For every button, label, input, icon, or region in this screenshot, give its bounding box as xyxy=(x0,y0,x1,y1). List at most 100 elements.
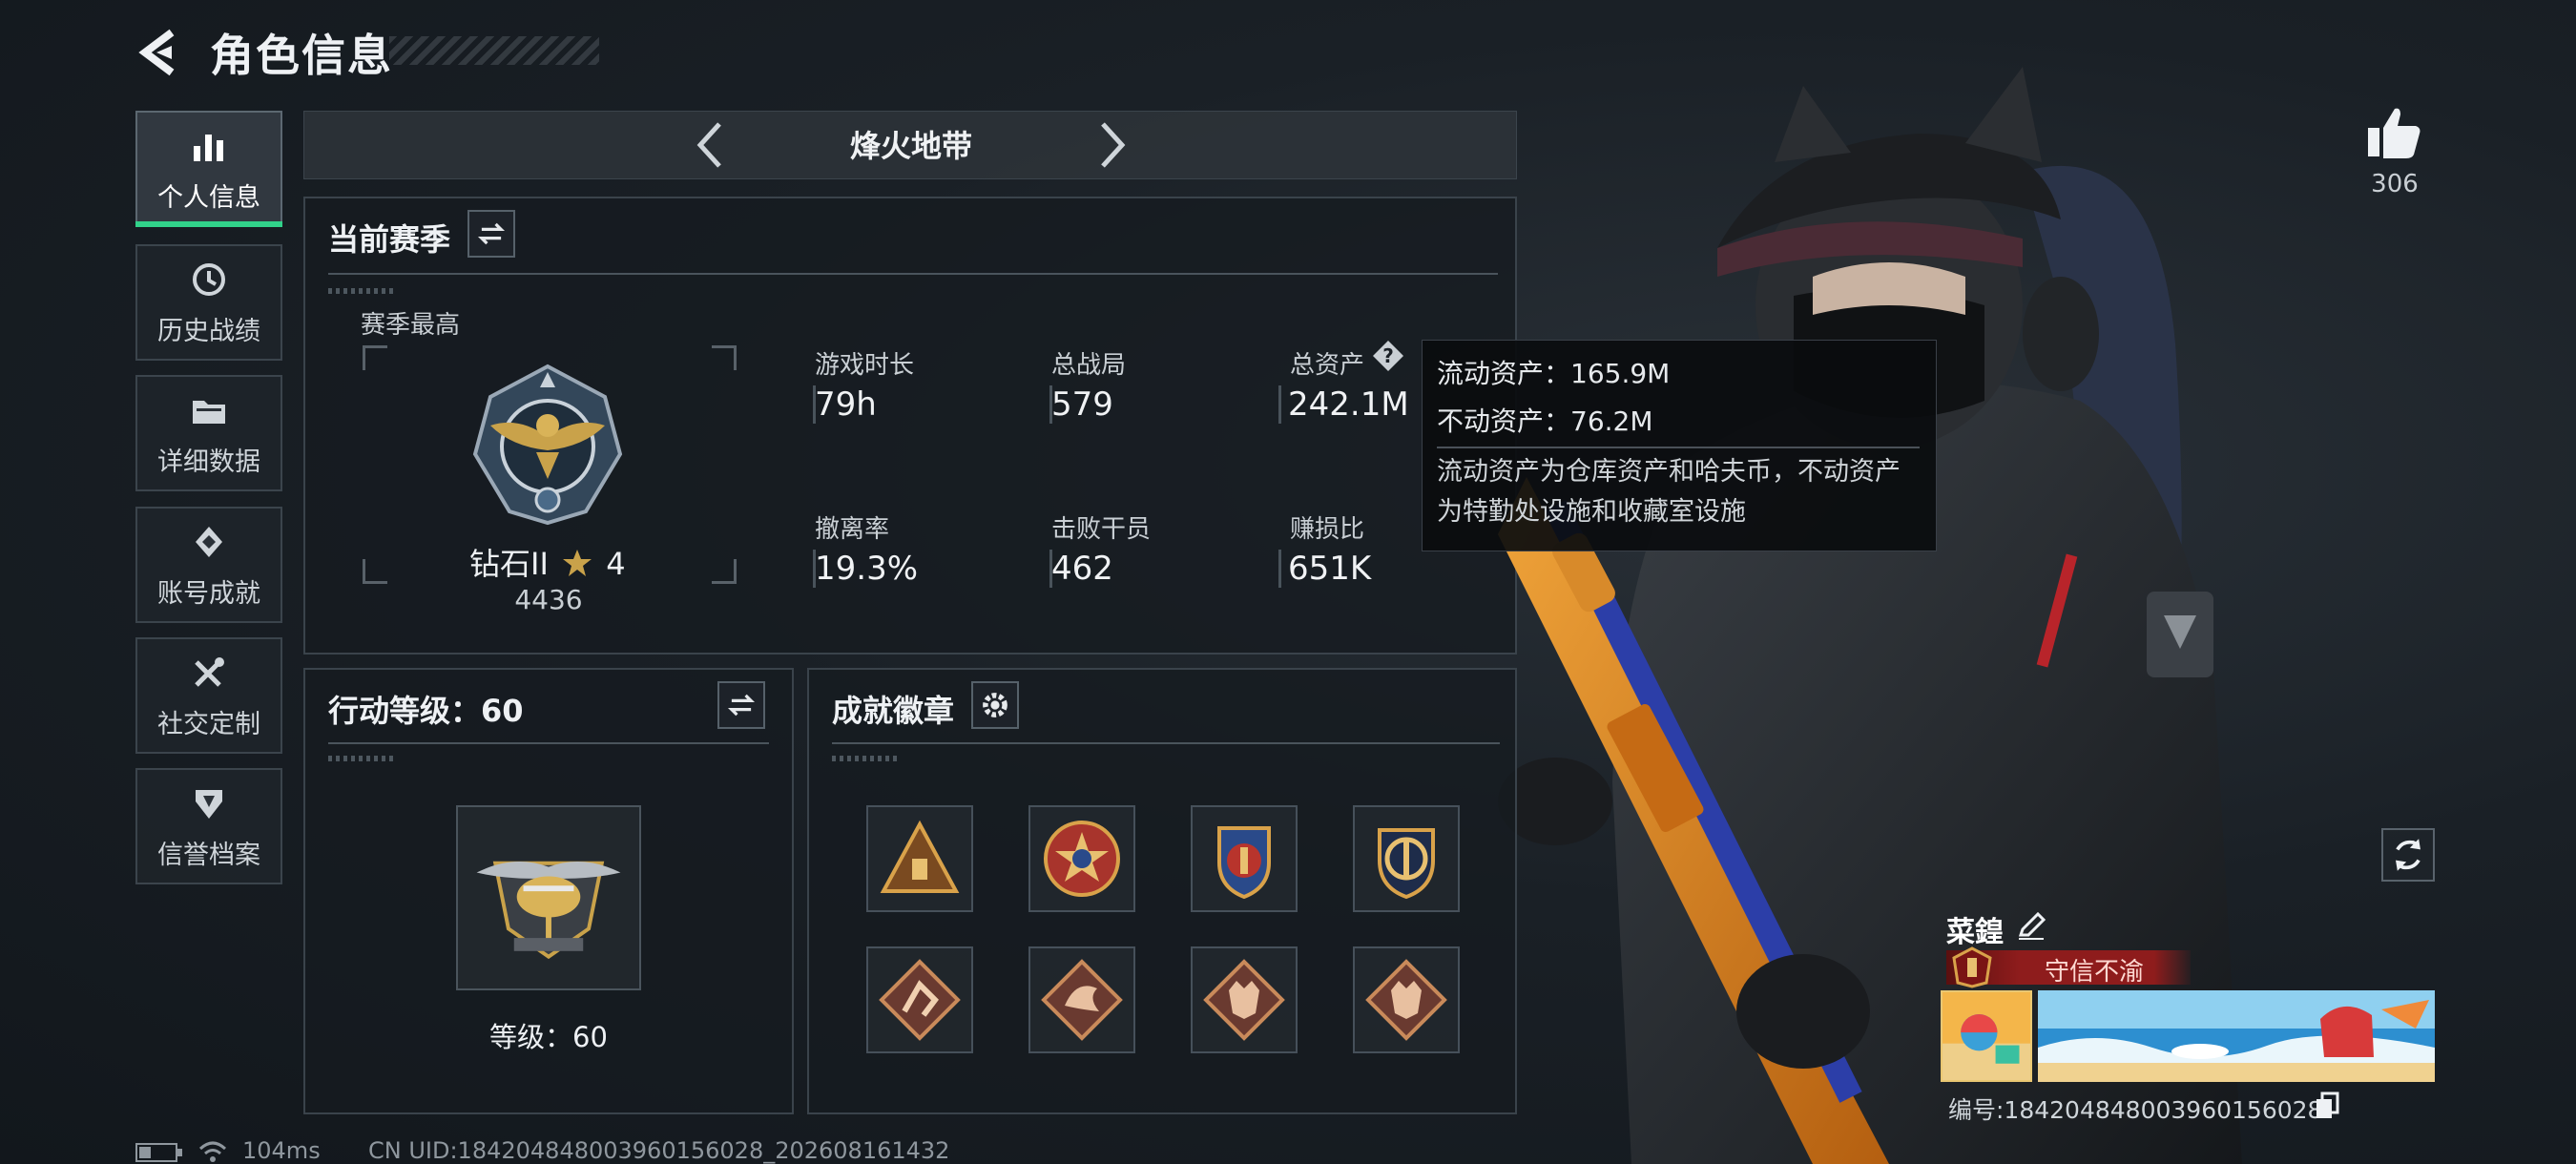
beach-toy-image xyxy=(1942,992,2030,1080)
chevron-left-icon[interactable] xyxy=(687,118,735,172)
divider xyxy=(328,742,769,744)
title-emblem-icon xyxy=(1952,946,1992,988)
swap-season-button[interactable] xyxy=(467,210,515,258)
edit-pencil-icon[interactable] xyxy=(2015,910,2047,943)
mode-title: 烽火地带 xyxy=(849,128,972,164)
stat-value-operators-defeated: 462 xyxy=(1051,550,1113,588)
helicopter-emblem-icon xyxy=(476,861,621,960)
sidebar-item-label: 个人信息 xyxy=(157,182,260,213)
sidebar-item-label: 历史战绩 xyxy=(157,316,260,346)
tools-icon xyxy=(195,656,224,687)
stat-divider xyxy=(1278,385,1281,424)
tooltip-fixed-assets: 不动资产：76.2M xyxy=(1437,405,1653,437)
level-emblem-frame xyxy=(456,805,641,990)
ping-value: 104ms xyxy=(242,1137,321,1164)
achievement-icon xyxy=(196,526,222,557)
wolf-badge-icon[interactable] xyxy=(1191,946,1298,1053)
sidebar-item-label: 账号成就 xyxy=(157,578,260,609)
divider xyxy=(832,742,1500,744)
pyramid-badge-icon[interactable] xyxy=(866,805,973,912)
cn-uid-text: CN UID:18420484800396015602​8_2026081614… xyxy=(368,1137,950,1164)
swap-icon xyxy=(477,222,506,245)
stat-label-operators-defeated: 击败干员 xyxy=(1051,515,1152,544)
folder-icon xyxy=(193,400,225,424)
rank-name: 钻石II 4 xyxy=(469,540,626,584)
chevron-right-icon[interactable] xyxy=(1088,118,1135,172)
like-count: 306 xyxy=(2371,170,2419,198)
sidebar-item-label: 社交定制 xyxy=(157,709,260,739)
dragon-badge-icon[interactable] xyxy=(1028,946,1135,1053)
sidebar-item-personal-info[interactable]: 个人信息 xyxy=(135,111,282,227)
stat-label-matches: 总战局 xyxy=(1051,351,1127,380)
decoration-stripe xyxy=(328,288,395,294)
wolf-badge-icon[interactable] xyxy=(1353,946,1460,1053)
copy-icon[interactable] xyxy=(2315,1091,2341,1120)
stat-label-total-assets: 总资产 xyxy=(1290,351,1365,380)
refresh-icon xyxy=(2396,839,2420,871)
tooltip-divider xyxy=(1437,447,1920,448)
action-level-title: 行动等级：60 xyxy=(328,693,524,729)
namecard-thumbnail[interactable] xyxy=(1941,990,2032,1082)
wifi-icon xyxy=(198,1141,227,1162)
badges-title: 成就徽章 xyxy=(832,693,955,729)
swap-icon xyxy=(727,694,756,717)
page-title: 角色信息 xyxy=(210,30,393,81)
shield-wreath-badge-icon[interactable] xyxy=(1191,805,1298,912)
rank-tier: 钻石II xyxy=(469,546,549,582)
refresh-button[interactable] xyxy=(2381,828,2435,882)
divider xyxy=(328,273,1498,275)
frame-corner xyxy=(712,559,737,584)
season-best-label: 赛季最高 xyxy=(361,311,461,340)
stat-label-playtime: 游戏时长 xyxy=(815,351,915,380)
title-decoration xyxy=(389,36,599,65)
battery-icon xyxy=(135,1143,182,1162)
frame-corner xyxy=(712,345,737,370)
swap-level-button[interactable] xyxy=(717,681,765,729)
rank-points: 4436 xyxy=(514,584,583,615)
sidebar-item-detailed-data[interactable]: 详细数据 xyxy=(135,375,282,491)
level-text: 等级：60 xyxy=(489,1021,608,1053)
stat-divider xyxy=(1278,550,1281,588)
badge-settings-button[interactable] xyxy=(971,681,1019,729)
stat-value-profit-ratio: 651K xyxy=(1288,550,1372,588)
sidebar-item-social[interactable]: 社交定制 xyxy=(135,637,282,754)
sidebar-item-achievements[interactable]: 账号成就 xyxy=(135,507,282,623)
sidebar-item-label: 详细数据 xyxy=(157,447,260,477)
beach-scene-image xyxy=(2038,990,2435,1082)
sidebar-item-history[interactable]: 历史战绩 xyxy=(135,244,282,361)
namecard-banner[interactable] xyxy=(2038,990,2435,1082)
history-clock-icon xyxy=(193,262,225,296)
stat-value-total-assets: 242.1M xyxy=(1288,385,1409,424)
rank-emblem-icon xyxy=(472,364,623,526)
tooltip-note-line2: 为特勤处设施和收藏室设施 xyxy=(1437,497,1746,527)
stat-label-extraction-rate: 撤离率 xyxy=(815,515,890,544)
title-tag-text: 守信不渝 xyxy=(2044,958,2144,987)
tooltip-note-line1: 流动资产为仓库资产和哈夫币，不动资产 xyxy=(1437,457,1901,487)
anchor-badge-icon[interactable] xyxy=(1353,805,1460,912)
decoration-stripe xyxy=(328,756,395,761)
thumbs-up-icon[interactable] xyxy=(2364,103,2423,162)
back-arrow-icon[interactable] xyxy=(135,29,183,76)
frame-corner xyxy=(363,345,387,370)
player-name: 菜鍠 xyxy=(1946,916,2004,949)
star-icon xyxy=(563,550,592,576)
sidebar-item-credit[interactable]: 信誉档案 xyxy=(135,768,282,884)
stat-label-profit-ratio: 赚损比 xyxy=(1290,515,1365,544)
stat-value-playtime: 79h xyxy=(815,385,877,424)
stat-value-extraction-rate: 19.3% xyxy=(815,550,919,588)
star-medal-badge-icon[interactable] xyxy=(1028,805,1135,912)
season-title: 当前赛季 xyxy=(328,221,451,258)
runner-badge-icon[interactable] xyxy=(866,946,973,1053)
svg-text:?: ? xyxy=(1382,344,1394,367)
tooltip-liquid-assets: 流动资产：165.9M xyxy=(1437,358,1671,389)
stat-value-matches: 579 xyxy=(1051,385,1113,424)
sidebar-item-label: 信誉档案 xyxy=(157,840,260,870)
frame-corner xyxy=(363,559,387,584)
credit-shield-icon xyxy=(196,789,222,819)
player-id: 编号:18420484800396015602​8 xyxy=(1948,1096,2323,1124)
help-icon[interactable]: ? xyxy=(1372,340,1404,372)
bar-chart-icon xyxy=(194,134,223,161)
decoration-stripe xyxy=(832,756,899,761)
gear-icon xyxy=(983,693,1008,717)
rank-stars: 4 xyxy=(606,546,626,582)
